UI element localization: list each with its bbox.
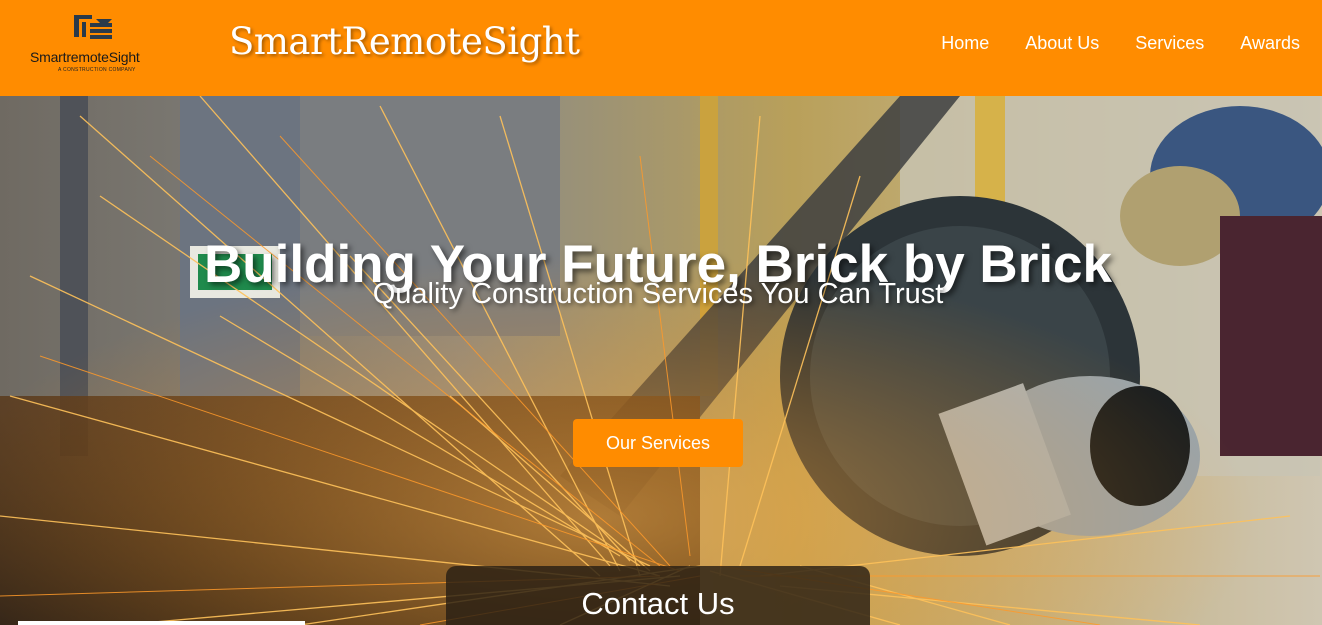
- hero-background-image: [0, 96, 1322, 625]
- company-logo[interactable]: SmartremoteSight A CONSTRUCTION COMPANY: [26, 13, 166, 77]
- hero-section: Building Your Future, Brick by Brick Qua…: [0, 96, 1322, 625]
- site-header: SmartremoteSight A CONSTRUCTION COMPANY …: [0, 0, 1322, 96]
- nav-awards[interactable]: Awards: [1240, 33, 1300, 54]
- main-nav: Home About Us Services Awards: [941, 33, 1300, 54]
- our-services-button[interactable]: Our Services: [573, 419, 743, 467]
- site-brand-title: SmartRemoteSight: [229, 20, 580, 63]
- logo-text: SmartremoteSight: [30, 49, 140, 65]
- logo-tagline: A CONSTRUCTION COMPANY: [58, 67, 136, 73]
- nav-services[interactable]: Services: [1135, 33, 1204, 54]
- logo-mark-icon: [74, 15, 112, 39]
- contact-title: Contact Us: [581, 586, 735, 621]
- content-strip: [18, 621, 305, 625]
- nav-about-us[interactable]: About Us: [1025, 33, 1099, 54]
- contact-section: Contact Us: [446, 566, 870, 625]
- nav-home[interactable]: Home: [941, 33, 989, 54]
- hero-subtitle: Quality Construction Services You Can Tr…: [372, 278, 944, 310]
